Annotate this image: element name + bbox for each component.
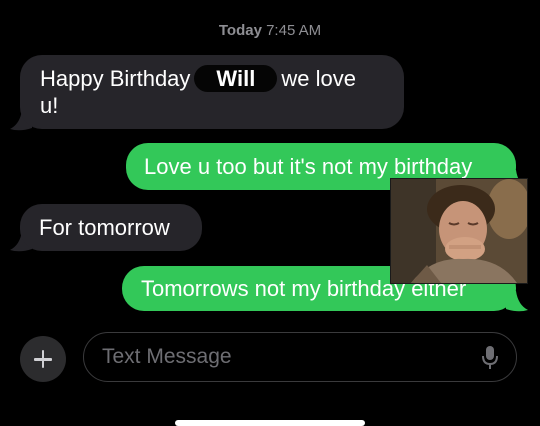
message-bubble-incoming[interactable]: For tomorrow: [20, 204, 202, 251]
message-bubble-incoming[interactable]: Happy Birthday Will we love u!: [20, 55, 404, 129]
message-text: Happy Birthday: [40, 66, 191, 91]
timestamp: Today 7:45 AM: [0, 22, 540, 39]
message-text: u!: [40, 93, 59, 118]
sticker-image: [391, 179, 527, 283]
message-text: we love: [281, 66, 356, 91]
message-input[interactable]: Text Message: [83, 332, 517, 382]
timestamp-day: Today: [218, 22, 262, 39]
timestamp-time: 7:45 AM: [266, 22, 322, 39]
home-indicator[interactable]: [175, 420, 365, 426]
crying-boy-sticker[interactable]: [390, 178, 528, 284]
add-attachment-button[interactable]: [20, 336, 66, 382]
name-highlight: Will: [194, 65, 278, 92]
plus-icon-vertical: [41, 350, 45, 368]
message-input-placeholder: Text Message: [102, 345, 232, 368]
message-text: Love u too but it's not my birthday: [144, 154, 473, 179]
microphone-icon[interactable]: [482, 346, 498, 370]
message-text: For tomorrow: [39, 215, 170, 240]
